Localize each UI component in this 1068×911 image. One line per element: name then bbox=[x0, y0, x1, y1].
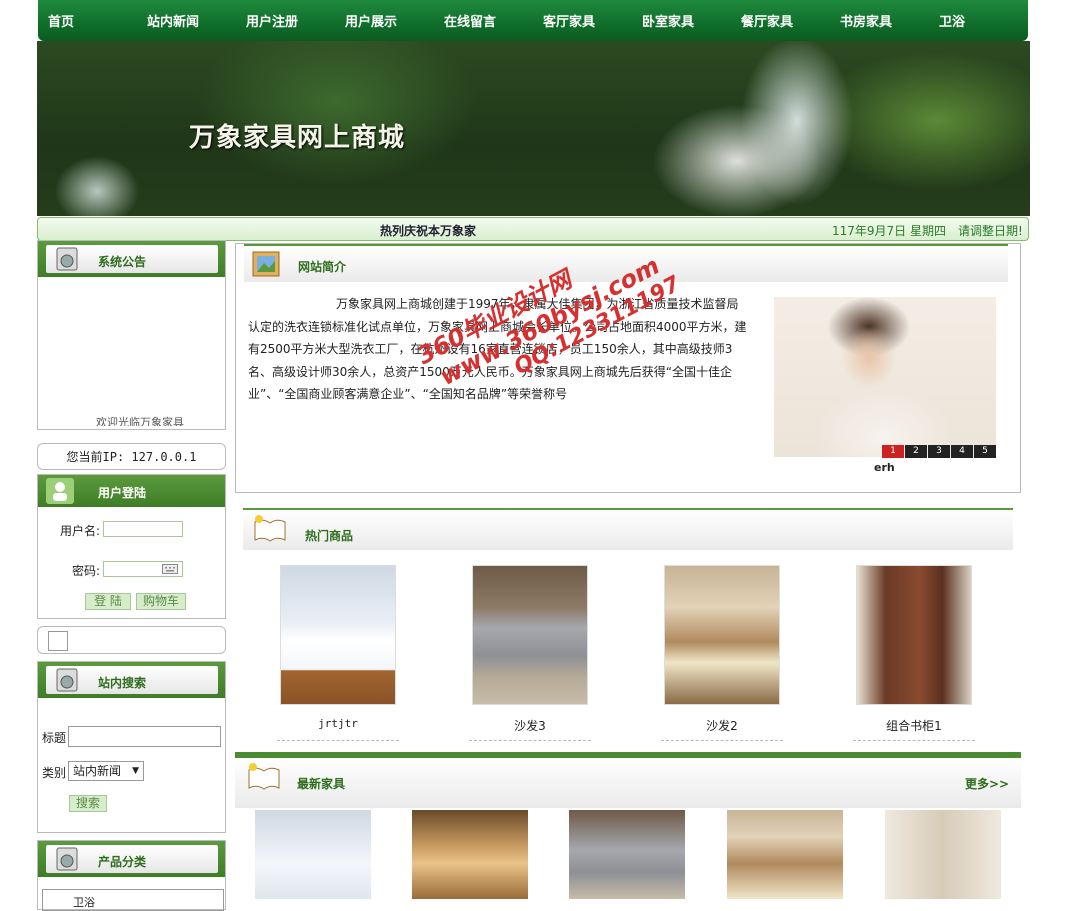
password-label: 密码: bbox=[72, 564, 101, 578]
photo-page-4[interactable]: 4 bbox=[951, 445, 973, 458]
nav-user-show[interactable]: 用户展示 bbox=[335, 11, 434, 30]
keyboard-icon[interactable] bbox=[162, 564, 178, 574]
search-type-value: 站内新闻 bbox=[73, 764, 122, 778]
more-link[interactable]: 更多>> bbox=[965, 775, 1009, 792]
search-type-select[interactable]: 站内新闻 ▼ bbox=[68, 761, 144, 781]
product-name[interactable]: 沙发2 bbox=[663, 717, 781, 734]
product-image[interactable] bbox=[280, 565, 396, 705]
ip-display: 您当前IP: 127.0.0.1 bbox=[37, 443, 226, 470]
current-date: 117年9月7日 星期四 bbox=[832, 224, 946, 238]
product-card[interactable]: 沙发3 bbox=[471, 565, 589, 734]
product-name[interactable]: 组合书柜1 bbox=[855, 717, 973, 734]
divider bbox=[661, 740, 783, 741]
featured-photo[interactable] bbox=[774, 297, 996, 457]
category-title: 产品分类 bbox=[98, 855, 147, 869]
product-name[interactable]: 沙发3 bbox=[471, 717, 589, 734]
product-image[interactable] bbox=[856, 565, 972, 705]
category-list: 卫浴 bbox=[42, 889, 224, 911]
search-button[interactable]: 搜索 bbox=[69, 795, 107, 812]
open-book-icon bbox=[254, 515, 286, 542]
notice-header: 系统公告 bbox=[38, 241, 225, 277]
photo-pager: 1 2 3 4 5 bbox=[881, 445, 996, 458]
picture-icon bbox=[252, 251, 280, 277]
divider bbox=[469, 740, 591, 741]
chevron-down-icon: ▼ bbox=[132, 766, 139, 776]
hot-header: 热门商品 bbox=[243, 508, 1013, 550]
latest-title: 最新家具 bbox=[297, 777, 346, 791]
open-book-icon bbox=[248, 763, 280, 790]
nav-guestbook[interactable]: 在线留言 bbox=[434, 11, 533, 30]
photo-page-1[interactable]: 1 bbox=[882, 445, 904, 458]
cart-button[interactable]: 购物车 bbox=[136, 593, 186, 610]
banner-title: 万象家具网上商城 bbox=[189, 123, 406, 153]
divider bbox=[277, 740, 399, 741]
nav-bedroom[interactable]: 卧室家具 bbox=[632, 11, 731, 30]
password-input[interactable] bbox=[103, 561, 183, 577]
search-header: 站内搜索 bbox=[38, 662, 225, 698]
username-input[interactable] bbox=[103, 521, 183, 537]
nav-news[interactable]: 站内新闻 bbox=[137, 11, 236, 30]
banner-image: 万象家具网上商城 bbox=[37, 41, 1030, 216]
category-item[interactable]: 卫浴 bbox=[73, 894, 95, 910]
latest-product-image[interactable] bbox=[885, 810, 1001, 899]
latest-product-image[interactable] bbox=[412, 810, 528, 899]
washer-icon bbox=[56, 847, 78, 871]
news-ticker[interactable]: 热列庆祝本万象家 bbox=[380, 222, 476, 239]
notice-panel: 系统公告 欢迎光临万象家具 bbox=[37, 240, 226, 430]
product-image[interactable] bbox=[472, 565, 588, 705]
hot-title: 热门商品 bbox=[305, 529, 354, 543]
notice-title: 系统公告 bbox=[98, 255, 147, 269]
search-type-label: 类别 bbox=[42, 766, 67, 780]
product-card[interactable]: jrtjtr bbox=[279, 565, 397, 730]
category-panel: 产品分类 卫浴 bbox=[37, 840, 226, 911]
nav-living-room[interactable]: 客厅家具 bbox=[533, 11, 632, 30]
nav-home[interactable]: 首页 bbox=[38, 11, 137, 30]
product-card[interactable]: 组合书柜1 bbox=[855, 565, 973, 734]
info-bar: 热列庆祝本万象家 117年9月7日 星期四 请调整日期! bbox=[37, 217, 1029, 241]
intro-title: 网站简介 bbox=[298, 260, 347, 274]
login-title: 用户登陆 bbox=[98, 486, 147, 500]
product-name[interactable]: jrtjtr bbox=[279, 717, 397, 730]
nav-register[interactable]: 用户注册 bbox=[236, 11, 335, 30]
user-login-icon bbox=[46, 478, 74, 504]
nav-study[interactable]: 书房家具 bbox=[830, 11, 929, 30]
photo-caption: erh bbox=[874, 461, 895, 474]
latest-product-image[interactable] bbox=[727, 810, 843, 899]
product-image[interactable] bbox=[664, 565, 780, 705]
washer-icon bbox=[56, 247, 78, 271]
blank-box bbox=[37, 626, 226, 654]
divider bbox=[853, 740, 975, 741]
placeholder-image bbox=[48, 631, 68, 651]
latest-product-image[interactable] bbox=[569, 810, 685, 899]
latest-header: 最新家具 更多>> bbox=[235, 752, 1021, 808]
search-panel: 站内搜索 标题 类别 站内新闻 ▼ 搜索 bbox=[37, 661, 226, 833]
search-title-label: 标题 bbox=[42, 731, 67, 745]
login-header: 用户登陆 bbox=[38, 475, 225, 507]
top-nav: 首页 站内新闻 用户注册 用户展示 在线留言 客厅家具 卧室家具 餐厅家具 书房… bbox=[38, 0, 1028, 41]
username-label: 用户名: bbox=[60, 524, 101, 538]
notice-scroll-text: 欢迎光临万象家具 bbox=[96, 416, 184, 426]
login-button[interactable]: 登 陆 bbox=[85, 593, 131, 610]
photo-page-3[interactable]: 3 bbox=[928, 445, 950, 458]
product-card[interactable]: 沙发2 bbox=[663, 565, 781, 734]
photo-page-5[interactable]: 5 bbox=[974, 445, 996, 458]
category-header: 产品分类 bbox=[38, 841, 225, 877]
search-input[interactable] bbox=[68, 726, 221, 747]
washer-icon bbox=[56, 668, 78, 692]
photo-page-2[interactable]: 2 bbox=[905, 445, 927, 458]
nav-bathroom[interactable]: 卫浴 bbox=[929, 11, 1028, 30]
nav-dining-room[interactable]: 餐厅家具 bbox=[731, 11, 830, 30]
date-notice: 请调整日期! bbox=[958, 224, 1023, 238]
latest-product-image[interactable] bbox=[255, 810, 371, 899]
login-panel: 用户登陆 用户名: 密码: 登 陆 购物车 bbox=[37, 474, 226, 619]
search-title: 站内搜索 bbox=[98, 676, 147, 690]
